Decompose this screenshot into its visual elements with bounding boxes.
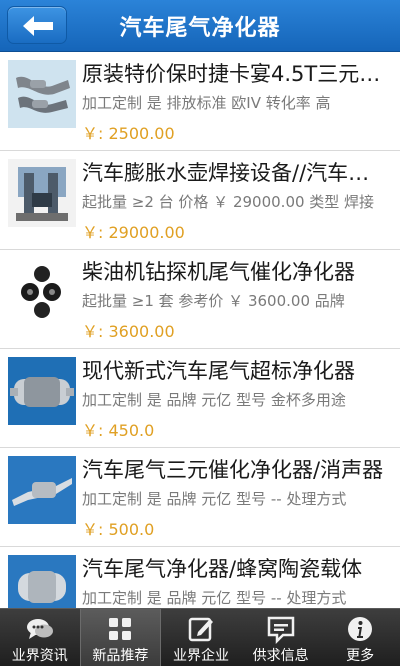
list-item[interactable]: 现代新式汽车尾气超标净化器 加工定制 是 品牌 元亿 型号 金杯多用途 ￥: 4…	[0, 349, 400, 448]
app-header: 汽车尾气净化器	[0, 0, 400, 52]
chat-bubbles-icon	[26, 619, 53, 639]
product-thumbnail	[8, 357, 76, 425]
product-price: ￥: 29000.00	[82, 223, 185, 242]
product-description: 加工定制 是 品牌 元亿 型号 -- 处理方式	[82, 490, 347, 508]
list-item[interactable]: 汽车尾气三元催化净化器/消声器 加工定制 是 品牌 元亿 型号 -- 处理方式 …	[0, 448, 400, 547]
product-price: ￥: 3600.00	[82, 322, 175, 341]
product-title: 汽车尾气三元催化净化器/消声器	[82, 458, 384, 482]
tab-label: 更多	[346, 648, 375, 664]
product-title: 汽车尾气净化器/蜂窝陶瓷载体	[82, 557, 363, 581]
product-price: ￥: 500.0	[82, 520, 155, 539]
product-title: 柴油机钻探机尾气催化净化器	[82, 260, 355, 284]
tab-new-products[interactable]: 新品推荐	[79, 609, 162, 666]
tab-industry-companies[interactable]: 业界企业	[161, 609, 241, 666]
product-price: ￥: 2500.00	[82, 124, 175, 143]
product-description: 加工定制 是 品牌 元亿 型号 金杯多用途	[82, 391, 346, 409]
info-icon	[348, 617, 373, 641]
message-icon	[267, 616, 294, 644]
product-thumbnail	[8, 159, 76, 227]
product-thumbnail	[8, 60, 76, 128]
product-description: 起批量 ≥1 套 参考价 ￥ 3600.00 品牌	[82, 292, 345, 310]
grid-icon	[109, 618, 132, 640]
product-thumbnail	[8, 258, 76, 326]
tab-more[interactable]: 更多	[320, 609, 400, 666]
product-list: 原装特价保时捷卡宴4.5T三元催化器 加工定制 是 排放标准 欧IV 转化率 高…	[0, 52, 400, 608]
product-description: 起批量 ≥2 台 价格 ￥ 29000.00 类型 焊接	[82, 193, 375, 211]
product-description: 加工定制 是 排放标准 欧IV 转化率 高	[82, 94, 331, 112]
page-title: 汽车尾气净化器	[119, 16, 281, 41]
tab-label: 业界资讯	[11, 648, 68, 664]
tab-label: 供求信息	[252, 648, 309, 664]
edit-icon	[188, 617, 213, 642]
tab-label: 新品推荐	[92, 648, 149, 664]
product-title: 现代新式汽车尾气超标净化器	[82, 359, 355, 383]
bottom-tab-bar: 业界资讯 新品推荐 业界企业 供求信息 更多	[0, 608, 400, 666]
tab-industry-news[interactable]: 业界资讯	[0, 609, 80, 666]
product-title: 汽车膨胀水壶焊接设备//汽车配件	[82, 161, 388, 185]
product-description: 加工定制 是 品牌 元亿 型号 -- 处理方式	[82, 589, 347, 607]
list-item[interactable]: 柴油机钻探机尾气催化净化器 起批量 ≥1 套 参考价 ￥ 3600.00 品牌 …	[0, 250, 400, 349]
product-price: ￥: 450.0	[82, 421, 155, 440]
tab-label: 业界企业	[172, 648, 229, 664]
product-thumbnail	[8, 555, 76, 608]
list-item[interactable]: 汽车尾气净化器/蜂窝陶瓷载体 加工定制 是 品牌 元亿 型号 -- 处理方式	[0, 547, 400, 608]
product-title: 原装特价保时捷卡宴4.5T三元催化器	[82, 62, 388, 86]
list-item[interactable]: 原装特价保时捷卡宴4.5T三元催化器 加工定制 是 排放标准 欧IV 转化率 高…	[0, 52, 400, 151]
list-item[interactable]: 汽车膨胀水壶焊接设备//汽车配件 起批量 ≥2 台 价格 ￥ 29000.00 …	[0, 151, 400, 250]
tab-supply-demand[interactable]: 供求信息	[241, 609, 321, 666]
product-thumbnail	[8, 456, 76, 524]
